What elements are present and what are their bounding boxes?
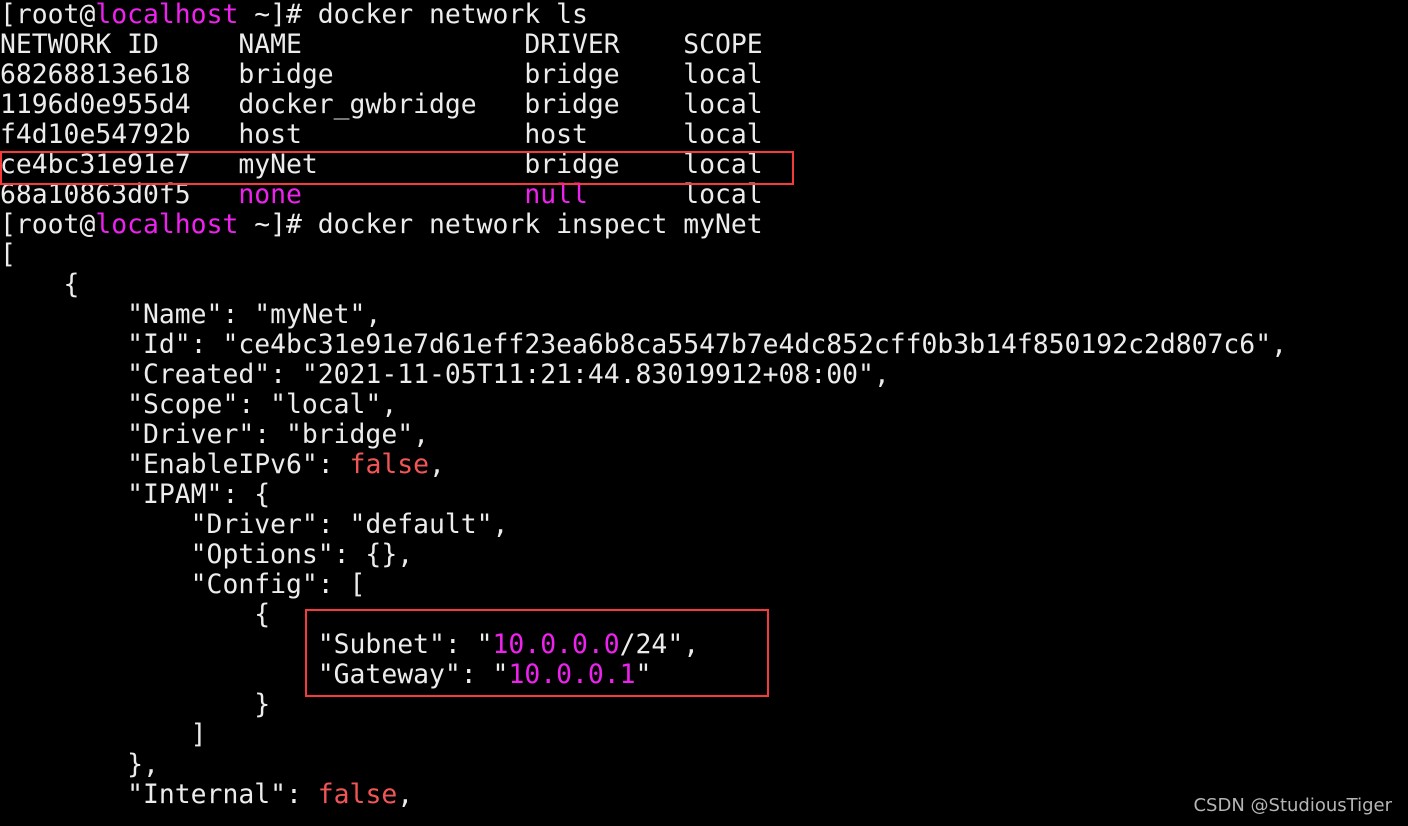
terminal-text: "EnableIPv6": (0, 449, 350, 480)
terminal-text: "Created": "2021-11-05T11:21:44.83019912… (0, 359, 890, 390)
terminal-line: NETWORK ID NAME DRIVER SCOPE (0, 30, 1287, 60)
terminal-line: "Internal": false, (0, 780, 1287, 810)
terminal-text: }, (0, 749, 159, 780)
terminal-text: 1196d0e955d4 docker_gwbridge bridge loca… (0, 89, 763, 120)
terminal-text: [root@ (0, 0, 96, 30)
terminal-text: "Scope": "local", (0, 389, 398, 420)
highlight-box-ipam-config (305, 609, 769, 697)
terminal-text: { (0, 269, 80, 300)
terminal-text: "Id": "ce4bc31e91e7d61eff23ea6b8ca5547b7… (0, 329, 1287, 360)
terminal-line: f4d10e54792b host host local (0, 120, 1287, 150)
terminal-text: "IPAM": { (0, 479, 271, 510)
terminal-line: "Created": "2021-11-05T11:21:44.83019912… (0, 360, 1287, 390)
terminal-text: ~]# docker network inspect myNet (238, 209, 763, 240)
terminal-line: "Id": "ce4bc31e91e7d61eff23ea6b8ca5547b7… (0, 330, 1287, 360)
terminal-text: localhost (95, 0, 239, 30)
terminal-line: "Options": {}, (0, 540, 1287, 570)
terminal-text: false (317, 779, 398, 810)
terminal-text: f4d10e54792b host host local (0, 119, 763, 150)
highlight-box-mynet-row (0, 151, 794, 185)
terminal-text: , (397, 779, 414, 810)
terminal-text: "Driver": "default", (0, 509, 509, 540)
terminal-text: false (349, 449, 430, 480)
terminal-text: "Name": "myNet", (0, 299, 382, 330)
terminal-text: "Internal": (0, 779, 318, 810)
terminal-line: 1196d0e955d4 docker_gwbridge bridge loca… (0, 90, 1287, 120)
terminal-text: { (0, 599, 271, 630)
terminal-text: "Config": [ (0, 569, 366, 600)
terminal-line: }, (0, 750, 1287, 780)
terminal-line: ] (0, 720, 1287, 750)
terminal-line: 68268813e618 bridge bridge local (0, 60, 1287, 90)
watermark: CSDN @StudiousTiger (1193, 795, 1392, 816)
terminal-text: ] (0, 719, 207, 750)
terminal-line: "Driver": "default", (0, 510, 1287, 540)
terminal-text: 68268813e618 bridge bridge local (0, 59, 763, 90)
terminal-line: [root@localhost ~]# docker network inspe… (0, 210, 1287, 240)
terminal-text: NETWORK ID NAME DRIVER SCOPE (0, 29, 763, 60)
terminal-line: "Scope": "local", (0, 390, 1287, 420)
terminal-text: [ (0, 239, 16, 270)
terminal-text: ~]# docker network ls (238, 0, 588, 30)
terminal-text: "Driver": "bridge", (0, 419, 429, 450)
terminal-line: "Name": "myNet", (0, 300, 1287, 330)
terminal-line: "Driver": "bridge", (0, 420, 1287, 450)
terminal-text: localhost (95, 209, 239, 240)
terminal-text: , (429, 449, 445, 480)
terminal-line: "IPAM": { (0, 480, 1287, 510)
terminal-line: [root@localhost ~]# docker network ls (0, 0, 1287, 30)
terminal-text: } (0, 689, 271, 720)
terminal-line: [ (0, 240, 1287, 270)
terminal-text: [root@ (0, 209, 96, 240)
terminal-text: "Options": {}, (0, 539, 414, 570)
terminal-line: "EnableIPv6": false, (0, 450, 1287, 480)
terminal-line: { (0, 270, 1287, 300)
terminal-line: "Config": [ (0, 570, 1287, 600)
